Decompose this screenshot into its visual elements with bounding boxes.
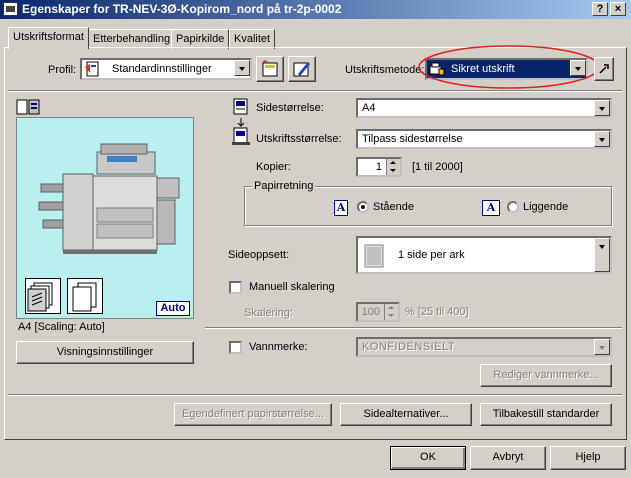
chevron-down-icon	[594, 131, 610, 147]
page-size-label: Sidestørrelse:	[256, 102, 324, 114]
orientation-group-label: Papirretning	[252, 180, 316, 192]
profile-add-button[interactable]	[256, 56, 284, 82]
settings-icon	[599, 64, 609, 74]
layout-label: Sideoppsett:	[228, 249, 290, 261]
auto-badge: Auto	[156, 301, 190, 316]
tab-kvalitet[interactable]: Kvalitet	[229, 29, 276, 49]
restore-defaults-button[interactable]: Tilbakestill standarder	[480, 403, 612, 426]
landscape-radio[interactable]	[507, 201, 519, 213]
chevron-down-icon	[594, 339, 610, 355]
output-size-value: Tilpass sidestørrelse	[362, 133, 463, 145]
stacked-pages-icon	[27, 282, 53, 312]
layout-thumb-1[interactable]	[25, 278, 61, 314]
watermark-label[interactable]: Vannmerke:	[249, 341, 308, 353]
manual-scaling-checkbox[interactable]	[229, 281, 242, 294]
spin-arrows-icon[interactable]	[386, 159, 400, 175]
profile-value: Standardinnstillinger	[112, 63, 212, 75]
page-layout-icon	[364, 244, 384, 268]
tab-utskriftsformat[interactable]: Utskriftsformat	[8, 27, 89, 49]
portrait-icon: A	[334, 200, 348, 216]
chevron-down-icon	[594, 100, 610, 116]
title-bar: Egenskaper for TR-NEV-3Ø-Kopirom_nord på…	[0, 0, 631, 19]
window-title: Egenskaper for TR-NEV-3Ø-Kopirom_nord på…	[22, 2, 342, 16]
output-method-settings-button[interactable]	[594, 57, 614, 81]
top-separator	[8, 90, 622, 92]
highlight-ellipse	[418, 45, 600, 89]
spin-arrows-icon[interactable]	[384, 304, 398, 320]
page-size-combo[interactable]: A4	[356, 98, 612, 118]
edit-watermark-button[interactable]: Rediger vannmerke...	[480, 364, 612, 387]
chevron-down-icon	[234, 60, 250, 76]
layout-thumb-2[interactable]	[67, 278, 103, 314]
profile-label: Profil:	[48, 64, 77, 76]
edit-watermark-label: Rediger vannmerke...	[493, 369, 599, 381]
manual-scaling-label[interactable]: Manuell skalering	[249, 281, 335, 293]
page-options-button[interactable]: Sidealternativer...	[340, 403, 472, 426]
profile-combo[interactable]: Standardinnstillinger	[80, 58, 252, 80]
help-button[interactable]: Hjelp	[550, 446, 626, 470]
custom-paper-size-button[interactable]: Egendefinert papirstørrelse...	[174, 403, 332, 426]
output-method-label: Utskriftsmetode:	[345, 64, 425, 76]
scaling-label: Skalering:	[244, 307, 293, 319]
scaling-value: 100	[361, 306, 380, 318]
add-profile-icon	[262, 60, 278, 77]
help-title-button[interactable]: ?	[592, 2, 608, 16]
preview-mode-icon	[16, 99, 40, 115]
tab-etterbehandling[interactable]: Etterbehandling	[88, 29, 176, 49]
cancel-button[interactable]: Avbryt	[470, 446, 546, 470]
copies-range: [1 til 2000]	[412, 161, 463, 173]
profile-edit-button[interactable]	[288, 56, 316, 82]
mid-separator	[205, 327, 622, 329]
scaling-stepper[interactable]: 100	[356, 302, 400, 322]
printer-preview: Auto	[16, 117, 194, 319]
bottom-separator	[8, 394, 622, 396]
output-size-icon	[232, 118, 250, 145]
layout-value: 1 side per ark	[398, 249, 465, 261]
preview-caption: A4 [Scaling: Auto]	[18, 321, 105, 333]
portrait-label[interactable]: Stående	[373, 201, 414, 213]
watermark-checkbox[interactable]	[229, 341, 242, 354]
page-size-value: A4	[362, 102, 376, 114]
page-size-icon	[233, 98, 248, 115]
landscape-icon: A	[482, 200, 500, 216]
scaling-range: % [25 til 400]	[405, 306, 469, 318]
watermark-value: KONFIDENSIELT	[362, 341, 456, 353]
custom-paper-size-label: Egendefinert papirstørrelse...	[182, 408, 324, 420]
printer-icon	[3, 2, 18, 16]
portrait-radio[interactable]	[357, 201, 369, 213]
ok-button[interactable]: OK	[390, 446, 466, 470]
watermark-combo[interactable]: KONFIDENSIELT	[356, 337, 612, 357]
tab-papirkilde[interactable]: Papirkilde	[171, 29, 230, 49]
landscape-label[interactable]: Liggende	[523, 201, 568, 213]
close-button[interactable]: ×	[610, 2, 626, 16]
output-size-combo[interactable]: Tilpass sidestørrelse	[356, 129, 612, 149]
copies-value: 1	[375, 161, 382, 173]
edit-profile-icon	[293, 62, 310, 77]
layout-combo[interactable]: 1 side per ark	[356, 236, 612, 274]
profile-icon	[85, 61, 99, 77]
pages-icon	[72, 282, 97, 312]
preview-toggle[interactable]	[16, 99, 40, 115]
copies-label: Kopier:	[256, 161, 291, 173]
copies-stepper[interactable]: 1	[356, 157, 402, 177]
output-size-label: Utskriftsstørrelse:	[256, 133, 342, 145]
view-settings-button[interactable]: Visningsinnstillinger	[16, 341, 194, 364]
chevron-down-icon	[594, 238, 610, 272]
